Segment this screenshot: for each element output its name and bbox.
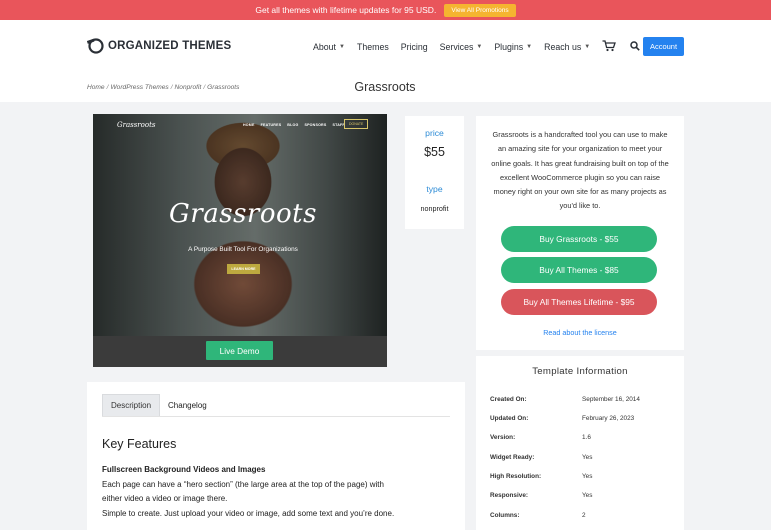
chevron-down-icon: ▼ <box>476 44 483 50</box>
tab-changelog[interactable]: Changelog <box>160 394 215 416</box>
site-header: ORGANIZED THEMES About ▼ Themes Pricing … <box>0 20 771 72</box>
nav-pricing-label: Pricing <box>400 42 428 52</box>
info-value: Yes <box>582 454 593 461</box>
breadcrumb-nonprofit[interactable]: Nonprofit <box>175 84 202 91</box>
info-key: Created On: <box>490 396 527 403</box>
nav-item-about[interactable]: About ▼ <box>313 42 345 52</box>
logo-text: ORGANIZED THEMES <box>108 40 232 52</box>
type-value: nonprofit <box>420 204 449 213</box>
chevron-down-icon: ▼ <box>526 44 533 50</box>
tab-bar: Description Changelog <box>102 394 450 417</box>
info-value: September 16, 2014 <box>582 396 640 403</box>
nav-reach-us-label: Reach us <box>544 42 582 52</box>
feature-text-line: either video a video or image there. <box>102 494 228 503</box>
info-key: Columns: <box>490 512 520 519</box>
preview-nav-item: STAFF <box>332 123 345 127</box>
breadcrumb-separator: / <box>203 84 206 91</box>
nav-item-plugins[interactable]: Plugins ▼ <box>494 42 532 52</box>
info-key: High Resolution: <box>490 473 542 480</box>
preview-nav-item: BLOG <box>287 123 299 127</box>
nav-themes-label: Themes <box>356 42 389 52</box>
license-link[interactable]: Read about the license <box>476 328 684 337</box>
key-features-heading: Key Features <box>102 437 177 451</box>
preview-donate-button: DONATE <box>344 119 369 129</box>
nav-services-label: Services <box>439 42 474 52</box>
chevron-down-icon: ▼ <box>584 44 591 50</box>
info-value: February 26, 2023 <box>582 415 635 422</box>
nav-item-themes[interactable]: Themes <box>357 42 389 52</box>
logo-icon <box>87 38 104 54</box>
price-box: price $55 type nonprofit <box>405 116 464 229</box>
page-title: Grassroots <box>354 80 416 94</box>
preview-mini-nav: HOME FEATURES BLOG SPONSORS STAFF <box>243 123 345 127</box>
info-value: 1.6 <box>582 434 591 441</box>
nav-item-reach-us[interactable]: Reach us ▼ <box>544 42 590 52</box>
nav-item-services[interactable]: Services ▼ <box>440 42 483 52</box>
nav-about-label: About <box>313 42 336 52</box>
preview-hero-title: Grassroots <box>169 199 317 229</box>
feature-text-line: Simple to create. Just upload your video… <box>102 509 395 518</box>
theme-preview[interactable]: Grassroots HOME FEATURES BLOG SPONSORS S… <box>93 114 387 367</box>
price-label: price <box>425 128 444 138</box>
info-key: Responsive: <box>490 492 529 499</box>
breadcrumb: Home / WordPress Themes / Nonprofit / Gr… <box>87 84 239 91</box>
nav-plugins-label: Plugins <box>494 42 524 52</box>
feature-text-line: Each page can have a “hero section” (the… <box>102 480 384 489</box>
tab-description[interactable]: Description <box>102 394 161 416</box>
type-label: type <box>426 184 443 194</box>
breadcrumb-home[interactable]: Home <box>87 84 105 91</box>
nav-item-pricing[interactable]: Pricing <box>401 42 428 52</box>
description-panel: Description Changelog Key Features Fulls… <box>87 382 465 530</box>
buy-box: Grassroots is a handcrafted tool you can… <box>476 116 684 350</box>
breadcrumb-wordpress-themes[interactable]: WordPress Themes <box>110 84 168 91</box>
info-value: Yes <box>582 473 593 480</box>
preview-nav-item: SPONSORS <box>304 123 327 127</box>
buy-all-themes-button[interactable]: Buy All Themes - $85 <box>501 257 657 283</box>
promo-bar: Get all themes with lifetime updates for… <box>0 0 771 20</box>
preview-mini-logo: Grassroots <box>117 121 156 129</box>
search-icon[interactable] <box>630 41 641 53</box>
info-key: Version: <box>490 434 516 441</box>
breadcrumb-separator: / <box>170 84 173 91</box>
title-band: Home / WordPress Themes / Nonprofit / Gr… <box>0 72 771 102</box>
chevron-down-icon: ▼ <box>339 44 345 50</box>
theme-description: Grassroots is a handcrafted tool you can… <box>491 130 669 211</box>
breadcrumb-current: Grassroots <box>207 84 240 91</box>
live-demo-button[interactable]: Live Demo <box>206 341 273 360</box>
view-promotions-button[interactable]: View All Promotions <box>444 3 516 17</box>
cart-icon[interactable] <box>602 40 617 54</box>
feature-subheading: Fullscreen Background Videos and Images <box>102 465 266 474</box>
info-key: Widget Ready: <box>490 454 535 461</box>
account-button[interactable]: Account <box>643 37 684 56</box>
main-nav: About ▼ Themes Pricing Services ▼ Plugin… <box>313 40 641 54</box>
info-value: 2 <box>582 512 586 519</box>
template-info: Template Information Created On: Septemb… <box>476 356 684 530</box>
info-key: Updated On: <box>490 415 529 422</box>
preview-nav-item: HOME <box>243 123 255 127</box>
buy-theme-button[interactable]: Buy Grassroots - $55 <box>501 226 657 252</box>
preview-learn-more-button: LEARN MORE <box>227 264 260 274</box>
preview-hero-subtitle: A Purpose Built Tool For Organizations <box>188 246 298 253</box>
promo-text: Get all themes with lifetime updates for… <box>255 5 437 15</box>
preview-nav-item: FEATURES <box>260 123 282 127</box>
template-info-title: Template Information <box>532 366 628 377</box>
price-value: $55 <box>424 145 445 159</box>
logo[interactable]: ORGANIZED THEMES <box>87 38 231 54</box>
breadcrumb-separator: / <box>106 84 109 91</box>
info-value: Yes <box>582 492 593 499</box>
buy-lifetime-button[interactable]: Buy All Themes Lifetime - $95 <box>501 289 657 315</box>
